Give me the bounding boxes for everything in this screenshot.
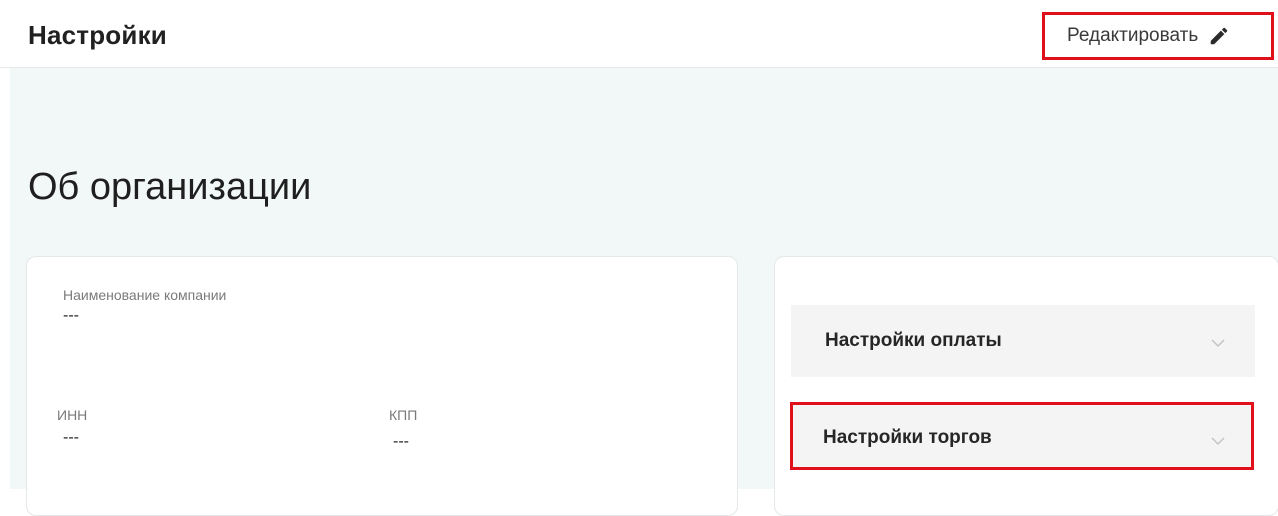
inn-label: ИНН (57, 407, 88, 423)
kpp-value: --- (393, 433, 409, 450)
accordion-trade-settings[interactable]: Настройки торгов (790, 402, 1254, 470)
page-title: Настройки (28, 20, 167, 50)
pencil-icon (1208, 25, 1230, 47)
accordion-trade-settings-label: Настройки торгов (823, 427, 992, 448)
company-name-value: --- (63, 307, 79, 324)
settings-card: Настройки оплаты Настройки торгов (774, 256, 1278, 516)
edit-button[interactable]: Редактировать (1042, 12, 1274, 60)
chevron-down-icon (1211, 335, 1225, 348)
organization-card: Наименование компании --- ИНН --- КПП --… (26, 256, 738, 516)
chevron-down-icon (1211, 433, 1225, 446)
accordion-payment-settings-label: Настройки оплаты (825, 330, 1002, 351)
edit-button-label: Редактировать (1067, 25, 1199, 46)
company-name-label: Наименование компании (63, 287, 227, 303)
top-header: Настройки Редактировать (0, 0, 1278, 68)
kpp-label: КПП (389, 407, 418, 423)
main-content: Об организации Наименование компании ---… (10, 68, 1278, 516)
section-title: Об организации (28, 166, 312, 208)
accordion-payment-settings[interactable]: Настройки оплаты (791, 305, 1255, 377)
inn-value: --- (63, 429, 79, 446)
